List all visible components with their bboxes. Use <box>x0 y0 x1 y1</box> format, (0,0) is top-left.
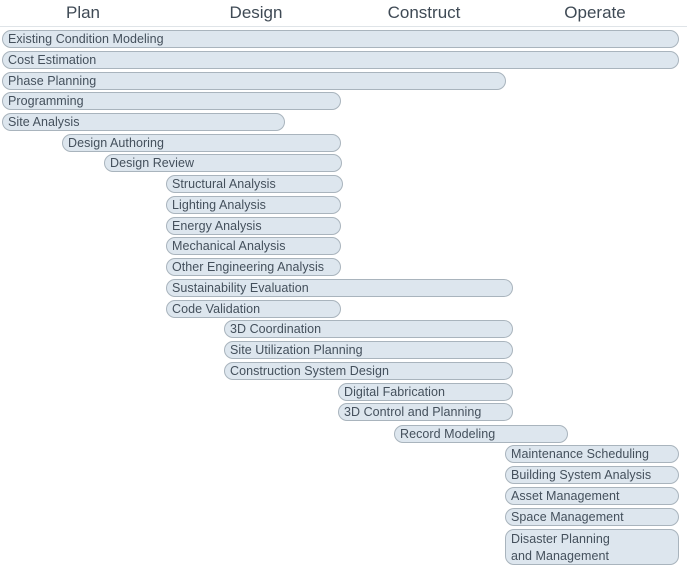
bim-use-bar[interactable]: Site Utilization Planning <box>224 341 513 359</box>
bim-uses-phase-chart: Operate Construct Design Plan Existing Cond… <box>0 0 687 577</box>
bim-use-label: Construction System Design <box>230 364 390 378</box>
bim-use-bar[interactable]: 3D Coordination <box>224 320 513 338</box>
bim-use-bar[interactable]: Construction System Design <box>224 362 513 380</box>
bim-use-label: Design Review <box>110 156 195 170</box>
bim-use-label: Energy Analysis <box>172 219 262 233</box>
bim-use-bar[interactable]: Design Authoring <box>62 134 341 152</box>
bim-use-bar[interactable]: Site Analysis <box>2 113 285 131</box>
bim-use-bar[interactable]: Existing Condition Modeling <box>2 30 679 48</box>
bim-use-bar[interactable]: Phase Planning <box>2 72 506 90</box>
bim-use-label: Programming <box>8 94 84 108</box>
bim-use-label: Existing Condition Modeling <box>8 32 164 46</box>
bim-use-label: Space Management <box>511 510 624 524</box>
bim-use-label: Record Modeling <box>400 427 496 441</box>
bim-use-label: Other Engineering Analysis <box>172 260 325 274</box>
bim-use-label: Design Authoring <box>68 136 165 150</box>
bim-use-bar[interactable]: Design Review <box>104 154 342 172</box>
bim-use-bar[interactable]: Building System Analysis <box>505 466 679 484</box>
bim-use-bar[interactable]: Code Validation <box>166 300 341 318</box>
bim-use-label: Digital Fabrication <box>344 385 445 399</box>
bim-use-label: 3D Coordination <box>230 322 322 336</box>
bim-use-bar[interactable]: Programming <box>2 92 341 110</box>
bim-use-bar[interactable]: Energy Analysis <box>166 217 341 235</box>
bim-use-bar[interactable]: Lighting Analysis <box>166 196 341 214</box>
bim-use-bar[interactable]: 3D Control and Planning <box>338 403 513 421</box>
bim-use-label: Cost Estimation <box>8 53 97 67</box>
bim-use-bar[interactable]: Maintenance Scheduling <box>505 445 679 463</box>
bim-use-label: Building System Analysis <box>511 468 652 482</box>
bim-use-bar[interactable]: Mechanical Analysis <box>166 237 341 255</box>
bim-use-label: Site Analysis <box>8 115 80 129</box>
bim-use-label: Sustainability Evaluation <box>172 281 309 295</box>
bim-use-bar[interactable]: Record Modeling <box>394 425 568 443</box>
bim-use-bar[interactable]: Asset Management <box>505 487 679 505</box>
bim-use-label: Asset Management <box>511 489 620 503</box>
bim-use-label: Maintenance Scheduling <box>511 447 650 461</box>
bim-use-bar[interactable]: Sustainability Evaluation <box>166 279 513 297</box>
bim-use-label: Code Validation <box>172 302 261 316</box>
bim-use-bar[interactable]: Disaster Planning and Management <box>505 529 679 565</box>
bim-use-bar[interactable]: Other Engineering Analysis <box>166 258 341 276</box>
bim-use-bar[interactable]: Digital Fabrication <box>338 383 513 401</box>
bars-layer: Existing Condition Modeling Cost Estimati… <box>0 0 687 577</box>
bim-use-bar[interactable]: Cost Estimation <box>2 51 679 69</box>
bim-use-label: Site Utilization Planning <box>230 343 363 357</box>
bim-use-bar[interactable]: Structural Analysis <box>166 175 343 193</box>
bim-use-label: Structural Analysis <box>172 177 276 191</box>
bim-use-label: Lighting Analysis <box>172 198 266 212</box>
bim-use-label: Mechanical Analysis <box>172 239 286 253</box>
bim-use-label: Disaster Planning and Management <box>511 532 610 563</box>
bim-use-bar[interactable]: Space Management <box>505 508 679 526</box>
bim-use-label: Phase Planning <box>8 74 97 88</box>
bim-use-label: 3D Control and Planning <box>344 405 482 419</box>
